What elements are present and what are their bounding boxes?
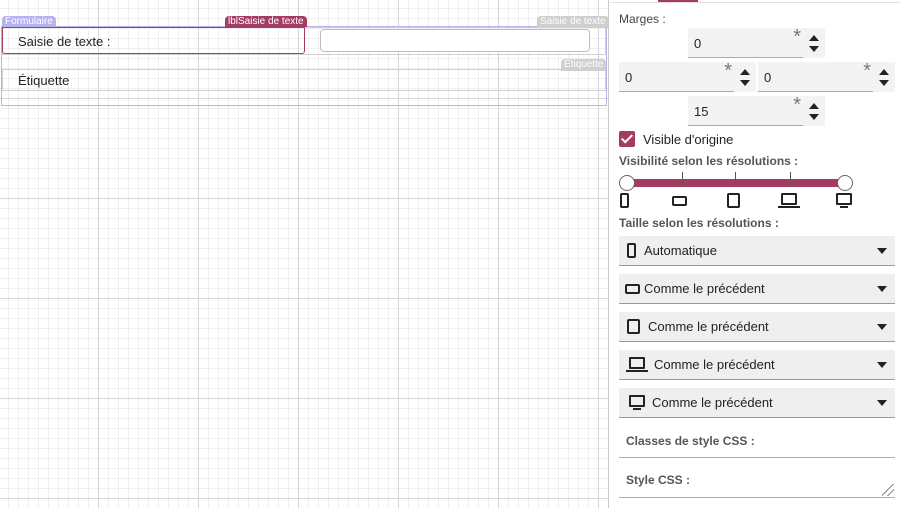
margin-left-value: 0 [625, 70, 633, 85]
margin-top-value: 0 [694, 36, 702, 51]
size-select-phone[interactable]: Automatique [619, 236, 895, 266]
laptop-icon [781, 193, 797, 205]
margin-top-field[interactable]: 0 * [688, 26, 825, 58]
size-select-value: Comme le précédent [644, 281, 765, 296]
properties-panel: Marges : 0 * 0 * 0 * 15 * Visible d'orig… [610, 0, 900, 508]
size-select-tablet[interactable]: Comme le précédent [619, 312, 895, 342]
size-select-value: Automatique [644, 243, 717, 258]
visibility-label: Visibilité selon les résolutions : [619, 154, 799, 168]
asterisk-icon: * [793, 26, 801, 48]
size-select-tablet-landscape[interactable]: Comme le précédent [619, 274, 895, 304]
size-select-value: Comme le précédent [652, 395, 773, 410]
margins-label: Marges : [619, 12, 666, 26]
size-select-value: Comme le précédent [648, 319, 769, 334]
size-select-value: Comme le précédent [654, 357, 775, 372]
size-select-monitor[interactable]: Comme le précédent [619, 388, 895, 418]
css-classes-field[interactable]: Classes de style CSS : [619, 423, 895, 458]
slider-tick [790, 172, 791, 184]
visibility-range-track[interactable] [627, 179, 845, 187]
visibility-min-handle[interactable] [619, 175, 635, 191]
css-style-label: Style CSS : [626, 473, 691, 487]
slider-tick [682, 172, 683, 184]
margin-left-field[interactable]: 0 * [619, 60, 756, 92]
visible-checkbox[interactable] [619, 131, 635, 147]
margin-bottom-value: 15 [694, 104, 709, 119]
tablet-landscape-icon [672, 196, 687, 206]
margin-bottom-stepper[interactable] [803, 96, 825, 126]
laptop-base [778, 206, 800, 208]
css-style-field[interactable]: Style CSS : [619, 462, 895, 498]
laptop-base [626, 370, 648, 372]
css-classes-label: Classes de style CSS : [626, 434, 755, 448]
text-input-field[interactable] [320, 29, 590, 52]
chevron-down-icon [877, 248, 887, 254]
margin-right-value: 0 [764, 70, 772, 85]
divider [610, 2, 900, 3]
asterisk-icon: * [793, 94, 801, 116]
label-text: Saisie de texte : [18, 34, 111, 49]
margin-right-stepper[interactable] [873, 62, 895, 92]
chevron-down-icon [877, 400, 887, 406]
etiquette-row[interactable] [2, 69, 606, 91]
margin-bottom-field[interactable]: 15 * [688, 94, 825, 126]
size-select-laptop[interactable]: Comme le précédent [619, 350, 895, 380]
phone-icon [627, 243, 636, 258]
chevron-down-icon [877, 286, 887, 292]
chevron-down-icon [877, 324, 887, 330]
monitor-stand [633, 408, 641, 410]
monitor-stand [840, 206, 848, 208]
resize-handle-icon[interactable] [882, 484, 894, 496]
margin-top-stepper[interactable] [803, 28, 825, 58]
design-canvas[interactable]: Formulaire lblSaisie de texte Saisie de … [0, 0, 609, 508]
laptop-icon [629, 357, 645, 369]
margin-right-field[interactable]: 0 * [758, 60, 895, 92]
etiquette-text: Étiquette [18, 73, 70, 88]
tablet-icon [727, 193, 740, 208]
phone-icon [620, 193, 629, 208]
tablet-icon [627, 319, 640, 334]
asterisk-icon: * [724, 60, 732, 82]
margin-left-stepper[interactable] [734, 62, 756, 92]
monitor-icon [836, 193, 852, 205]
visible-label: Visible d'origine [643, 132, 734, 147]
tablet-landscape-icon [625, 284, 640, 294]
monitor-icon [629, 395, 645, 407]
size-label: Taille selon les résolutions : [619, 216, 779, 230]
slider-tick [735, 172, 736, 184]
visibility-max-handle[interactable] [837, 175, 853, 191]
asterisk-icon: * [863, 60, 871, 82]
chevron-down-icon [877, 362, 887, 368]
